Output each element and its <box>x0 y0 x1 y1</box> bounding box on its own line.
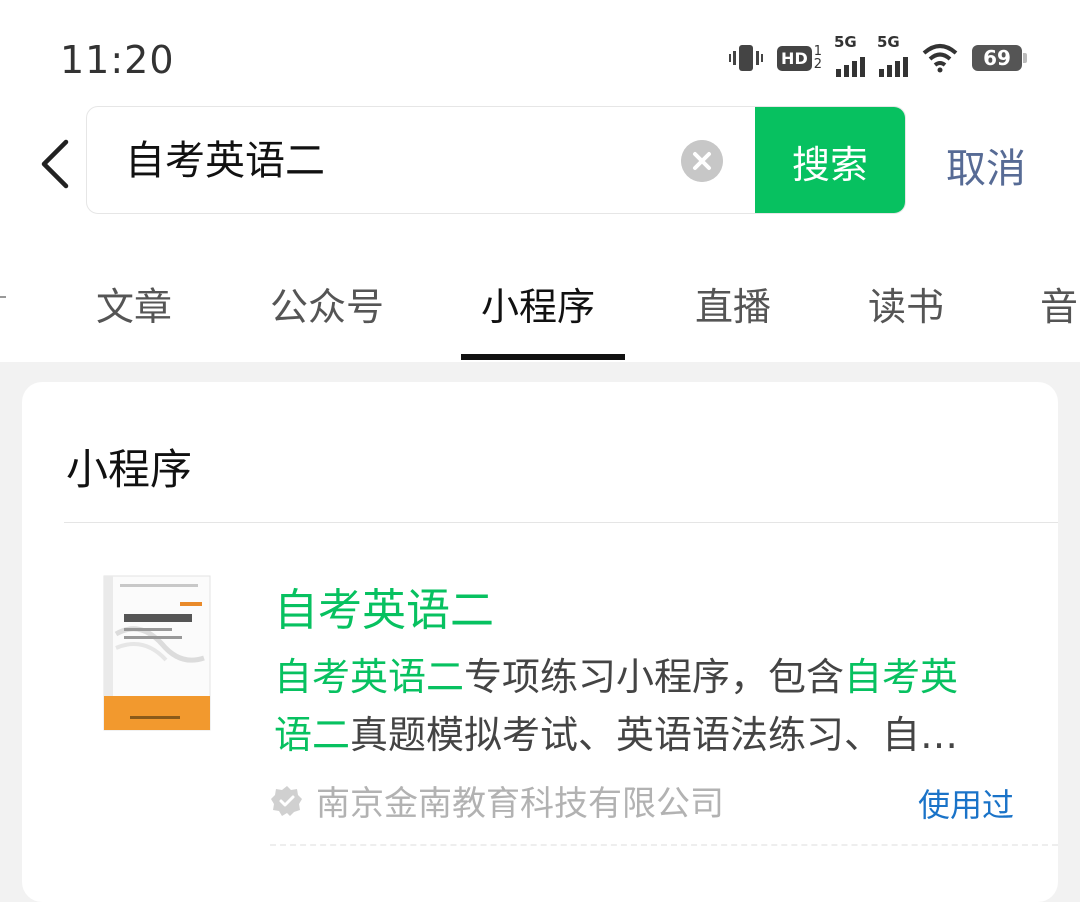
active-tab-indicator <box>461 354 625 360</box>
result-company: 南京金南教育科技有限公司 <box>270 776 724 825</box>
top-panel: 11:20 HD 12 5G 5G 69 自考英语二 搜索 取消 文章 公众号 … <box>0 0 1080 362</box>
desc-highlight-1: 自考英语二 <box>274 655 465 699</box>
result-card: 小程序 自考英语二 自考英语二专项练习小程序，包含自考英 语二真题模拟考试、英语… <box>22 382 1058 902</box>
search-button[interactable]: 搜索 <box>755 107 905 213</box>
used-badge: 使用过 <box>917 786 1014 824</box>
desc-text-2: 真题模拟考试、英语语法练习、自… <box>350 713 959 757</box>
result-separator <box>270 844 1058 846</box>
tab-article[interactable]: 文章 <box>96 276 172 331</box>
cancel-button[interactable]: 取消 <box>946 136 1026 194</box>
hd-sub-bottom: 2 <box>813 57 822 72</box>
signal-icon-1: 5G <box>834 33 865 77</box>
desc-text-1: 专项练习小程序，包含 <box>464 655 845 699</box>
battery-icon: 69 <box>972 45 1027 71</box>
hd-icon: HD 12 <box>777 45 822 71</box>
back-icon[interactable] <box>36 136 76 192</box>
status-time: 11:20 <box>60 38 175 82</box>
tab-official-account[interactable]: 公众号 <box>270 276 384 331</box>
book-cover-icon[interactable] <box>100 574 214 732</box>
tab-audio[interactable]: 音 <box>1040 276 1078 331</box>
tab-mini-program[interactable]: 小程序 <box>481 276 595 331</box>
wifi-icon <box>922 44 958 73</box>
tab-edge-marker <box>0 296 6 298</box>
search-box: 搜索 <box>86 106 906 214</box>
desc-highlight-2a: 自考英 <box>844 655 959 699</box>
clear-icon[interactable] <box>681 140 723 182</box>
result-title[interactable]: 自考英语二 <box>274 574 494 638</box>
desc-highlight-2b: 语二 <box>274 713 351 757</box>
verified-badge-icon <box>271 785 302 816</box>
tab-live[interactable]: 直播 <box>695 276 771 331</box>
vibrate-icon <box>729 45 764 71</box>
search-input[interactable] <box>125 107 685 213</box>
divider <box>64 522 1058 523</box>
network-label-1: 5G <box>834 33 857 51</box>
network-label-2: 5G <box>877 33 900 51</box>
company-name: 南京金南教育科技有限公司 <box>316 784 724 824</box>
signal-icon-2: 5G <box>877 33 908 77</box>
section-title: 小程序 <box>66 445 193 494</box>
result-description: 自考英语二专项练习小程序，包含自考英 语二真题模拟考试、英语语法练习、自… <box>274 648 1014 764</box>
hd-label: HD <box>777 45 812 71</box>
tab-reading[interactable]: 读书 <box>868 276 944 331</box>
status-icons: HD 12 5G 5G 69 <box>729 33 1027 77</box>
